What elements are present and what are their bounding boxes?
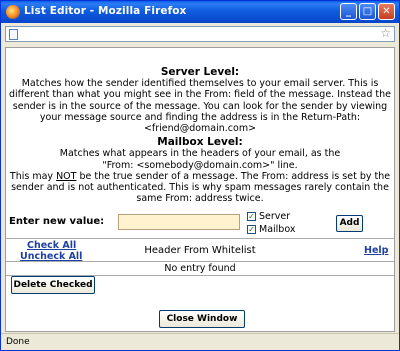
- maximize-button[interactable]: □: [359, 3, 376, 20]
- window-title: List Editor - Mozilla Firefox: [24, 5, 187, 17]
- help-link[interactable]: Help: [364, 245, 388, 256]
- add-button[interactable]: Add: [336, 215, 363, 232]
- page-icon: [9, 29, 18, 40]
- page-content: Server Level: Matches how the sender ide…: [5, 47, 395, 332]
- new-value-input[interactable]: [118, 214, 240, 230]
- server-checkbox-label: Server: [259, 211, 291, 222]
- mailbox-checkbox-label: Mailbox: [259, 224, 296, 235]
- browser-window: List Editor - Mozilla Firefox _ □ ✕ ☆ Se…: [0, 0, 400, 351]
- mailbox-text-3a: This may: [9, 170, 57, 182]
- delete-checked-button[interactable]: Delete Checked: [11, 276, 95, 294]
- mailbox-checkbox[interactable]: ✓: [247, 225, 256, 234]
- server-level-text: Matches how the sender identified themse…: [8, 78, 392, 135]
- level-descriptions: Server Level: Matches how the sender ide…: [6, 48, 394, 204]
- star-icon[interactable]: ☆: [380, 26, 391, 40]
- new-value-label: Enter new value:: [9, 216, 105, 227]
- server-checkbox[interactable]: ✓: [247, 212, 256, 221]
- minimize-button[interactable]: _: [340, 3, 357, 20]
- status-bar: Done: [1, 333, 399, 350]
- server-level-heading: Server Level:: [160, 66, 240, 78]
- mailbox-level-heading: Mailbox Level:: [157, 136, 243, 149]
- firefox-icon: [6, 5, 20, 19]
- close-window-button[interactable]: ✕: [378, 3, 395, 20]
- url-field[interactable]: ☆: [5, 26, 395, 42]
- close-window-button-page[interactable]: Close Window: [159, 310, 245, 328]
- whitelist-title: Header From Whitelist: [144, 245, 256, 256]
- status-text: Done: [6, 337, 30, 347]
- list-item: No entry found: [6, 262, 394, 276]
- location-bar: ☆: [1, 23, 399, 45]
- not-emphasis: NOT: [56, 170, 77, 182]
- empty-list-message: No entry found: [164, 263, 236, 274]
- mailbox-level-text-3: This may NOT be the true sender of a mes…: [6, 171, 394, 205]
- new-entry-row: Enter new value: ✓ Server ✓ Mailbox Add: [6, 211, 394, 237]
- title-bar[interactable]: List Editor - Mozilla Firefox _ □ ✕: [1, 1, 399, 23]
- mailbox-level-text-1: Matches what appears in the headers of y…: [59, 148, 341, 160]
- mailbox-level-text-2: "From: <somebody@domain.com>" line.: [102, 159, 298, 171]
- whitelist-header: Check All Uncheck All Header From Whitel…: [6, 238, 394, 262]
